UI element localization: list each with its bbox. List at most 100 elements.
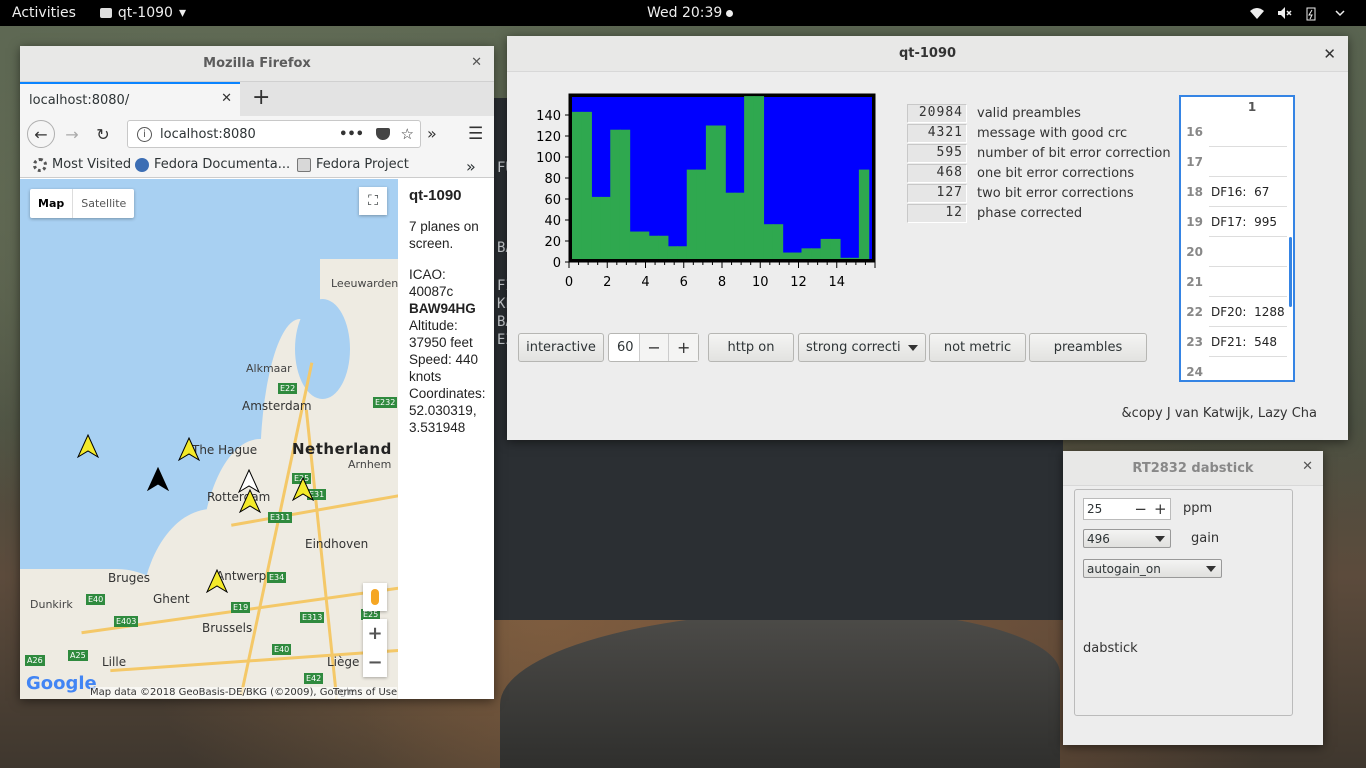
decrement-icon[interactable]: − (638, 334, 669, 361)
ppm-spinbox[interactable]: 25 − + (1083, 498, 1171, 520)
volume-muted-icon (1278, 7, 1292, 19)
gain-combobox[interactable]: 496 (1083, 529, 1171, 548)
table-row[interactable]: 17 (1181, 147, 1293, 177)
df-table[interactable]: 1 16 17 18 DF16: 67 19 DF17: 995 20 21 22 D… (1179, 95, 1295, 382)
plane-marker[interactable] (239, 489, 261, 513)
x-tick-label: 10 (752, 275, 769, 290)
http-button[interactable]: http on (708, 333, 794, 362)
preambles-button[interactable]: preambles (1029, 333, 1147, 362)
correction-combobox[interactable]: strong correcti (798, 333, 926, 362)
histogram-bar (705, 125, 717, 259)
table-cell[interactable] (1209, 147, 1287, 177)
histogram-bar (686, 169, 698, 259)
histogram-bar (610, 129, 621, 259)
counter-label: valid preambles (977, 105, 1081, 121)
tab-close-icon[interactable]: ✕ (221, 91, 232, 106)
fullscreen-icon[interactable]: ⛶ (359, 187, 387, 215)
app-menu-label: qt-1090 (117, 5, 173, 21)
road-shield: E34 (267, 572, 287, 583)
decrement-icon[interactable]: − (1131, 500, 1151, 518)
map-type-map-button[interactable]: Map (30, 189, 72, 218)
row-number: 24 (1186, 365, 1203, 379)
table-row[interactable]: 21 (1181, 267, 1293, 297)
table-cell[interactable]: DF17: 995 (1209, 207, 1287, 237)
url-bar[interactable]: i localhost:8080 ••• ☆ (127, 120, 421, 148)
device-settings-box: 25 − + ppm 496 gain autogain_on dabstick (1074, 489, 1293, 716)
activities-button[interactable]: Activities (12, 5, 76, 21)
map-type-satellite-button[interactable]: Satellite (72, 189, 134, 218)
gain-value: 496 (1087, 531, 1110, 546)
qt1090-titlebar[interactable]: qt-1090 ✕ (507, 36, 1348, 72)
histogram-bar (753, 96, 765, 259)
table-row[interactable]: 22 DF20: 1288 (1181, 297, 1293, 327)
fedora-icon (135, 157, 149, 172)
overflow-chevron-icon[interactable]: » (427, 124, 437, 143)
histogram-bar (638, 231, 650, 259)
table-cell[interactable] (1209, 267, 1287, 297)
increment-icon[interactable]: + (1150, 500, 1170, 518)
qt1090-window: qt-1090 ✕ 0 20 40 60 80 100 120 140 0 2 4 6 8 10 12 14 … (507, 36, 1348, 440)
spinbox-value[interactable]: 60 (609, 340, 639, 355)
histogram-bar (667, 246, 678, 259)
histogram-bar (782, 252, 793, 259)
page-actions-icon[interactable]: ••• (339, 127, 364, 142)
autogain-combobox[interactable]: autogain_on (1083, 559, 1222, 578)
info-icon[interactable]: i (137, 126, 152, 142)
pegman-icon[interactable] (363, 583, 387, 611)
reload-icon[interactable]: ↻ (90, 121, 116, 147)
google-map[interactable]: E22 E232 E25 E31 E311 E40 E34 E19 E313 E… (20, 179, 398, 699)
tab-localhost[interactable]: localhost:8080/ ✕ (20, 82, 240, 116)
bookmark-most-visited[interactable]: Most Visited (33, 157, 131, 172)
table-row[interactable]: 19 DF17: 995 (1181, 207, 1293, 237)
page-content: E22 E232 E25 E31 E311 E40 E34 E19 E313 E… (20, 179, 494, 699)
coordinates-label: Coordinates: (409, 386, 486, 401)
table-row[interactable]: 20 (1181, 237, 1293, 267)
metric-button[interactable]: not metric (929, 333, 1026, 362)
close-icon[interactable]: ✕ (1323, 45, 1336, 63)
plane-marker[interactable] (178, 437, 200, 461)
back-arrow-icon[interactable]: ← (27, 120, 55, 148)
bookmarks-overflow-icon[interactable]: » (466, 157, 476, 176)
rt2832-titlebar[interactable]: RT2832 dabstick ✕ (1063, 451, 1323, 486)
bookmark-fedora-project[interactable]: Fedora Project (297, 157, 409, 172)
terms-link[interactable]: Terms of Use (333, 687, 398, 698)
plane-marker[interactable] (206, 569, 228, 593)
interval-spinbox[interactable]: 60 − + (608, 333, 699, 362)
plane-marker[interactable] (292, 477, 314, 501)
table-scrollbar[interactable] (1289, 237, 1292, 307)
forward-arrow-icon[interactable]: → (59, 121, 85, 147)
counter-row: 468 one bit error corrections (907, 163, 1171, 183)
zoom-in-icon[interactable]: + (367, 623, 382, 644)
system-tray[interactable] (1250, 7, 1348, 21)
plane-marker-selected[interactable] (147, 467, 169, 491)
bookmark-star-icon[interactable]: ☆ (401, 125, 414, 143)
table-row[interactable]: 23 DF21: 548 (1181, 327, 1293, 357)
city-label: Brussels (202, 621, 253, 635)
table-row[interactable]: 18 DF16: 67 (1181, 177, 1293, 207)
plane-marker[interactable] (77, 434, 99, 458)
pocket-icon[interactable] (376, 128, 390, 140)
table-cell[interactable]: DF20: 1288 (1209, 297, 1287, 327)
counter-row: 127 two bit error corrections (907, 183, 1171, 203)
app-menu[interactable]: qt-1090 ▾ (99, 5, 186, 21)
table-row[interactable]: 24 (1181, 357, 1293, 380)
table-cell[interactable] (1209, 117, 1287, 147)
close-icon[interactable]: ✕ (471, 55, 482, 70)
hamburger-menu-icon[interactable]: ☰ (468, 124, 483, 144)
bookmark-fedora-docs[interactable]: Fedora Documenta... (135, 157, 290, 172)
table-cell[interactable] (1209, 237, 1287, 267)
table-cell[interactable]: DF21: 548 (1209, 327, 1287, 357)
new-tab-icon[interactable]: + (252, 85, 270, 110)
table-cell[interactable] (1209, 357, 1287, 380)
table-cell[interactable]: DF16: 67 (1209, 177, 1287, 207)
ppm-value[interactable]: 25 (1084, 502, 1131, 516)
zoom-out-icon[interactable]: − (367, 652, 382, 673)
firefox-titlebar[interactable]: Mozilla Firefox ✕ (20, 46, 494, 82)
table-row[interactable]: 16 (1181, 117, 1293, 147)
lcd-counter: 4321 (907, 123, 967, 143)
interactive-button[interactable]: interactive (518, 333, 604, 362)
close-icon[interactable]: ✕ (1302, 459, 1313, 474)
clock[interactable]: Wed 20:39 (647, 5, 734, 21)
increment-icon[interactable]: + (668, 334, 698, 361)
histogram-bar (849, 257, 860, 259)
